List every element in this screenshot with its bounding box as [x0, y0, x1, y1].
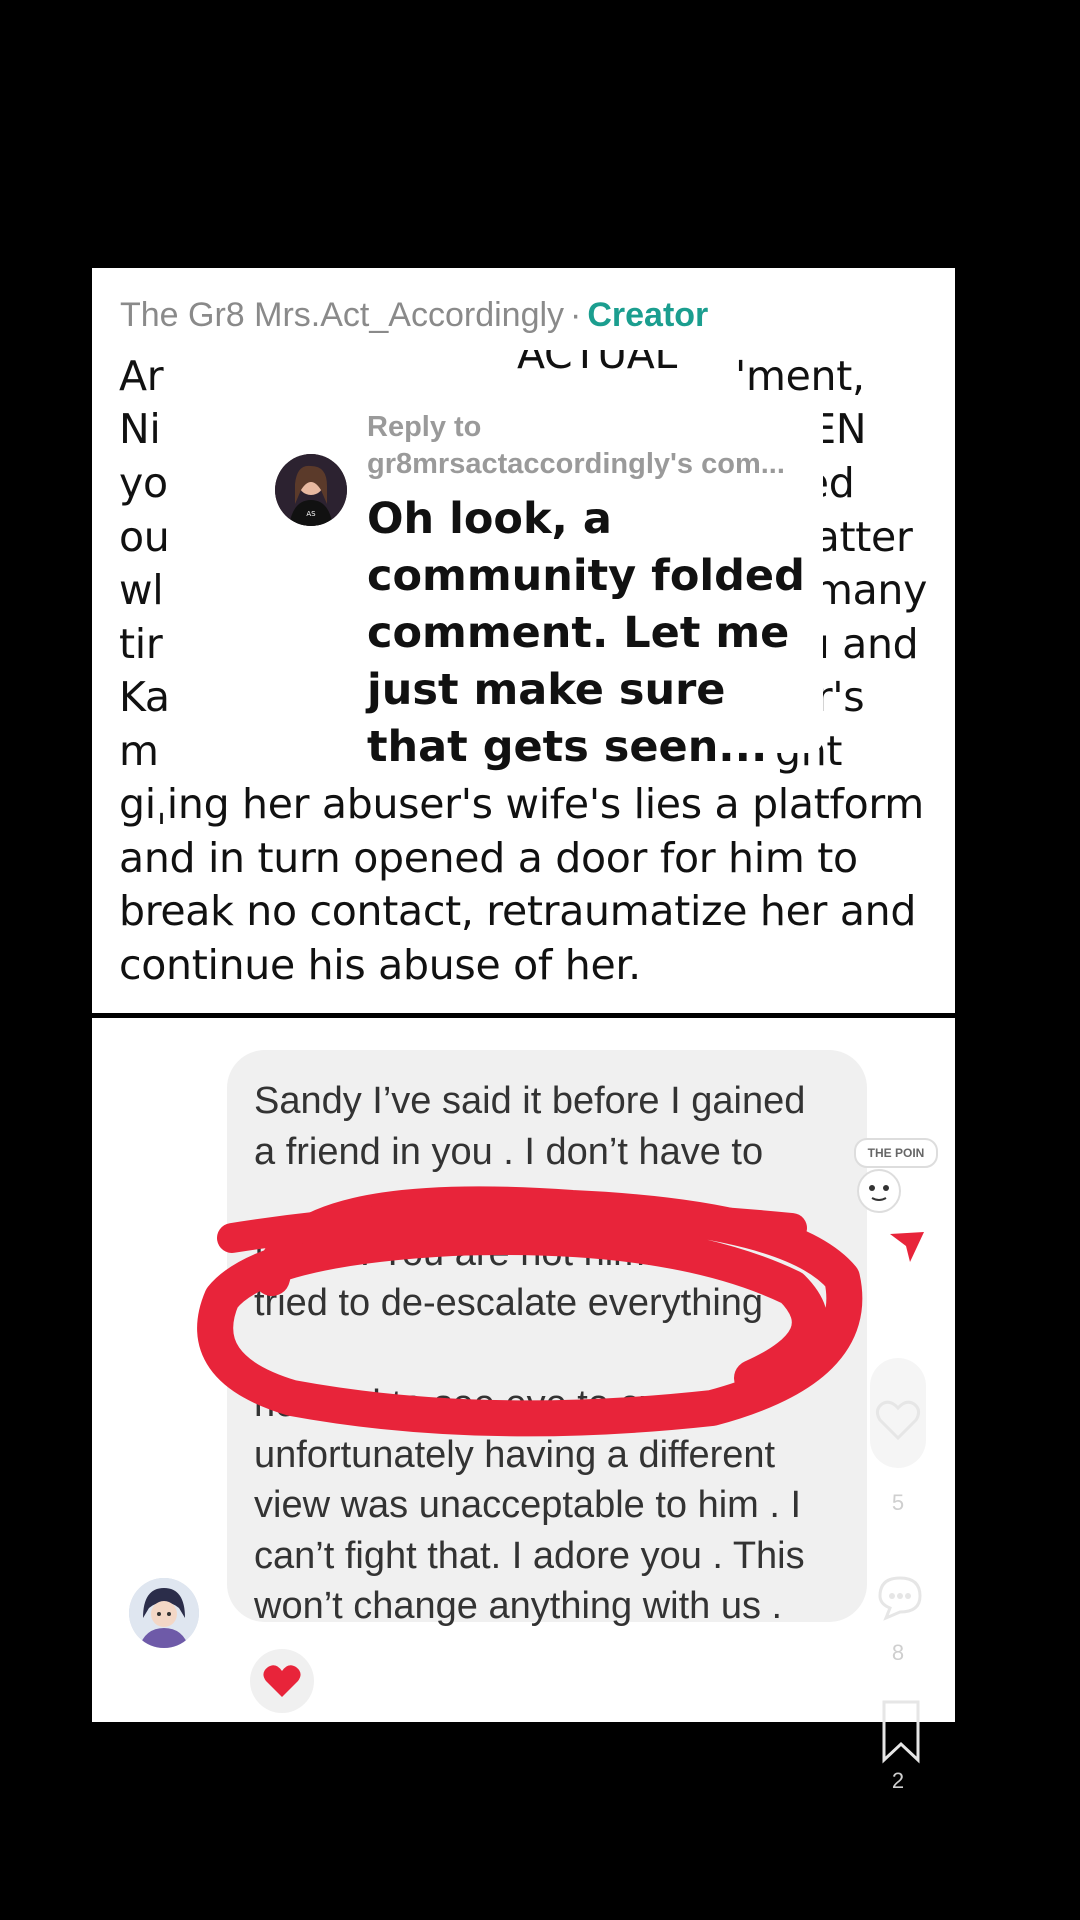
comment-line: break no contact, retraumatize her and: [119, 887, 917, 935]
comment-line: Ar: [119, 352, 164, 400]
comment-bubble-icon: [878, 1576, 922, 1621]
badge-label: THE POIN: [854, 1138, 938, 1168]
chat-line: [254, 1329, 854, 1380]
like-button[interactable]: [870, 1358, 926, 1468]
side-action-rail: THE POIN 5 8 2: [854, 1118, 952, 1793]
reply-text: Oh look, a community folded comment. Let…: [367, 494, 805, 772]
comment-line: giˌing her abuser's wife's lies a platfo…: [119, 780, 924, 828]
reply-to-label: Reply to: [367, 411, 482, 443]
save-button[interactable]: [876, 1698, 926, 1768]
comment-button[interactable]: [872, 1568, 928, 1624]
chat-line: tried to de-escalate everything: [254, 1282, 764, 1324]
comment-line: m: [119, 727, 159, 775]
chat-line: a friend in you . I don’t have to: [254, 1130, 764, 1173]
comment-line: yo: [119, 459, 168, 507]
reply-sticker[interactable]: AS Reply to gr8mrsactaccordingly's com..…: [255, 391, 823, 772]
like-count: 5: [891, 1490, 905, 1515]
comment-fragment: ACTUAL: [517, 330, 678, 378]
comment-line: wl: [119, 566, 164, 614]
avatar-illustration-icon: AS: [275, 454, 347, 526]
save-count: 2: [891, 1768, 905, 1793]
chat-screenshot-panel: Sandy I’ve said it before I gained a fri…: [92, 1018, 955, 1793]
comment-count: 8: [891, 1640, 905, 1665]
heart-icon: [263, 1665, 301, 1697]
chat-line: unfortunately having a different: [254, 1433, 776, 1476]
chat-line: view was unacceptable to him . I: [254, 1484, 802, 1526]
chat-line: friend . You are not him. You: [254, 1231, 730, 1274]
chat-avatar: [129, 1578, 199, 1648]
share-icon[interactable]: [888, 1228, 926, 1264]
chat-line: [254, 1177, 854, 1228]
reply-avatar: AS: [275, 454, 347, 526]
heart-reaction[interactable]: [250, 1649, 314, 1713]
comment-line: and in turn opened a door for him to: [119, 833, 858, 882]
comment-line: continue his abuse of her.: [119, 940, 641, 989]
creator-badge: Creator: [587, 296, 709, 334]
heart-outline-icon: [875, 1400, 921, 1441]
chat-line: won’t change anything with us .: [254, 1585, 783, 1627]
smiley-face-icon: [857, 1169, 901, 1213]
top-black-area: [0, 0, 1080, 268]
svg-text:AS: AS: [306, 510, 316, 518]
comment-line: Ni: [119, 405, 161, 453]
anime-avatar-icon: [129, 1578, 199, 1648]
chat-line: can’t fight that. I adore you . This: [254, 1534, 805, 1577]
chat-message: Sandy I’ve said it before I gained a fri…: [254, 1076, 854, 1632]
comment-author[interactable]: The Gr8 Mrs.Act_Accordingly: [120, 296, 564, 334]
comment-line: Ka: [119, 673, 170, 721]
header-separator: ·: [570, 296, 582, 334]
comment-line: tir: [119, 620, 163, 668]
comment-card: The Gr8 Mrs.Act_Accordingly · Creator Ar N…: [92, 268, 955, 1013]
chat-line: Sandy I’ve said it before I gained: [254, 1080, 806, 1122]
reaction-emoji-icon[interactable]: [854, 1166, 904, 1216]
comment-header: The Gr8 Mrs.Act_Accordingly · Creator: [120, 296, 708, 335]
reply-handle: gr8mrsactaccordingly's com...: [367, 448, 785, 480]
comment-line: ou: [119, 513, 170, 561]
bookmark-icon: [882, 1700, 920, 1764]
chat-line: headed to see eye to eye.: [254, 1383, 692, 1425]
paper-plane-icon: [890, 1232, 924, 1262]
